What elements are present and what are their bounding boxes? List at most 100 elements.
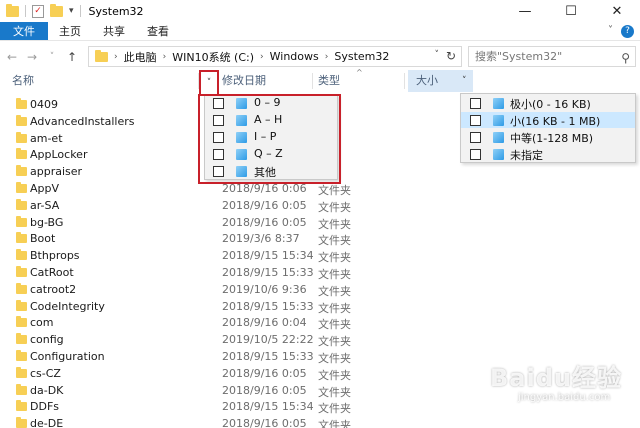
file-date: 2018/9/15 15:33	[222, 350, 314, 363]
column-headers: 名称 修改日期 类型 ^	[0, 68, 640, 92]
folder-icon	[16, 299, 27, 311]
address-dropdown-icon[interactable]: ˅	[435, 50, 440, 60]
column-type[interactable]: 类型	[318, 70, 340, 92]
properties-check-icon[interactable]: ✓	[32, 4, 44, 18]
file-name: config	[30, 333, 64, 347]
tab-view[interactable]: 查看	[136, 22, 180, 40]
file-type: 文件夹	[318, 368, 351, 382]
ribbon-right-controls: ˅ ?	[608, 25, 634, 38]
file-name: cs-CZ	[30, 366, 61, 380]
close-button[interactable]: ✕	[594, 0, 640, 22]
file-date: 2018/9/16 0:05	[222, 366, 307, 380]
column-divider[interactable]	[404, 73, 405, 89]
list-item[interactable]: bg-BG 2018/9/16 0:05 文件夹	[0, 215, 460, 232]
filter-option-label: 中等(1-128 MB)	[510, 132, 594, 145]
search-input[interactable]: 搜索"System32" ⚲	[468, 46, 636, 67]
list-item[interactable]: cs-CZ 2018/9/16 0:05 文件夹	[0, 366, 460, 383]
column-divider[interactable]	[312, 73, 313, 89]
file-type: 文件夹	[318, 251, 351, 265]
file-name: Bthprops	[30, 249, 80, 263]
file-type: 文件夹	[318, 385, 351, 399]
breadcrumb-drive[interactable]: WIN10系统 (C:)	[172, 49, 254, 65]
list-item[interactable]: CatRoot 2018/9/15 15:33 文件夹	[0, 265, 460, 282]
filter-option-label: 未指定	[510, 149, 543, 162]
filter-option-label: 极小(0 - 16 KB)	[510, 98, 591, 111]
file-name: com	[30, 316, 54, 330]
list-item[interactable]: ar-SA 2018/9/16 0:05 文件夹	[0, 198, 460, 215]
list-item[interactable]: Boot 2019/3/6 8:37 文件夹	[0, 231, 460, 248]
chevron-right-icon[interactable]: ›	[260, 52, 264, 62]
folder-icon	[16, 215, 27, 227]
size-filter-menu: 极小(0 - 16 KB) 小(16 KB - 1 MB) 中等(1-128 M…	[460, 93, 636, 163]
folder-icon	[16, 266, 27, 277]
checkbox[interactable]	[470, 98, 481, 109]
maximize-button[interactable]: ☐	[548, 0, 594, 22]
file-name: de-DE	[30, 417, 64, 428]
breadcrumb-windows[interactable]: Windows	[270, 50, 319, 63]
chevron-right-icon[interactable]: ›	[163, 52, 167, 62]
refresh-icon[interactable]: ↻	[446, 49, 456, 63]
list-item[interactable]: CodeIntegrity 2018/9/15 15:33 文件夹	[0, 299, 460, 316]
checkbox[interactable]	[470, 115, 481, 126]
group-icon	[493, 132, 504, 143]
column-name[interactable]: 名称	[12, 70, 34, 92]
folder-icon	[16, 383, 27, 395]
folder-icon	[16, 366, 27, 378]
file-name: Configuration	[30, 350, 105, 363]
folder-icon	[16, 417, 27, 428]
baidu-watermark-logo: Baidu经验	[490, 364, 622, 392]
breadcrumb-this-pc[interactable]: 此电脑	[124, 49, 157, 65]
size-filter-dropdown-icon[interactable]: ˅	[462, 70, 467, 92]
up-button[interactable]: ↑	[64, 50, 80, 64]
list-item[interactable]: com 2018/9/16 0:04 文件夹	[0, 315, 460, 332]
ribbon-collapse-icon[interactable]: ˅	[608, 25, 613, 38]
chevron-right-icon[interactable]: ›	[325, 52, 329, 62]
column-size-label: 大小	[416, 74, 438, 87]
checkbox[interactable]	[470, 132, 481, 143]
minimize-button[interactable]: —	[502, 0, 548, 22]
tab-file[interactable]: 文件	[0, 22, 48, 40]
folder-icon	[16, 165, 27, 177]
filter-option[interactable]: 未指定	[461, 146, 635, 162]
list-item[interactable]: catroot2 2019/10/6 9:36 文件夹	[0, 282, 460, 299]
help-icon[interactable]: ?	[621, 25, 634, 38]
file-date: 2019/3/6 8:37	[222, 232, 300, 246]
list-item[interactable]: config 2019/10/5 22:22 文件夹	[0, 332, 460, 349]
quick-access-dropdown-icon[interactable]: ▾	[69, 6, 74, 16]
tab-share[interactable]: 共享	[92, 22, 136, 40]
list-item[interactable]: Configuration 2018/9/15 15:33 文件夹	[0, 349, 460, 366]
folder-icon	[16, 400, 27, 412]
folder-icon	[16, 131, 27, 143]
new-folder-icon[interactable]	[50, 3, 63, 17]
forward-button[interactable]: →	[24, 50, 40, 64]
list-item[interactable]: da-DK 2018/9/16 0:05 文件夹	[0, 383, 460, 400]
checkbox[interactable]	[470, 149, 481, 160]
filter-option[interactable]: 中等(1-128 MB)	[461, 129, 635, 145]
tab-home[interactable]: 主页	[48, 22, 92, 40]
folder-icon	[16, 282, 27, 294]
file-type: 文件夹	[318, 200, 351, 214]
folder-icon	[95, 49, 108, 62]
file-type: 文件夹	[318, 402, 351, 416]
name-filter-dropdown-button[interactable]: ˅	[199, 70, 219, 96]
address-bar[interactable]: › 此电脑 › WIN10系统 (C:) › Windows › System3…	[88, 46, 462, 67]
file-date: 2018/9/16 0:05	[222, 383, 307, 397]
title-bar: ✓ ▾ System32 — ☐ ✕	[0, 0, 640, 22]
folder-icon	[16, 98, 27, 109]
column-size[interactable]: 大小 ˅	[408, 70, 473, 92]
filter-option-highlighted[interactable]: 小(16 KB - 1 MB)	[461, 112, 635, 128]
file-type: 文件夹	[318, 234, 351, 248]
file-date: 2019/10/5 22:22	[222, 333, 314, 347]
file-date: 2018/9/16 0:05	[222, 417, 307, 428]
list-item[interactable]: DDFs 2018/9/15 15:34 文件夹	[0, 399, 460, 416]
filter-option[interactable]: 极小(0 - 16 KB)	[461, 95, 635, 111]
list-item[interactable]: Bthprops 2018/9/15 15:34 文件夹	[0, 248, 460, 265]
file-name: CatRoot	[30, 266, 74, 279]
list-item[interactable]: de-DE 2018/9/16 0:05 文件夹	[0, 416, 460, 428]
file-date: 2018/9/16 0:05	[222, 198, 307, 212]
column-date[interactable]: 修改日期	[222, 70, 266, 92]
breadcrumb-system32[interactable]: System32	[334, 50, 389, 63]
recent-locations-icon[interactable]: ˅	[44, 52, 60, 62]
file-type: 文件夹	[318, 318, 351, 332]
back-button[interactable]: ←	[4, 50, 20, 64]
